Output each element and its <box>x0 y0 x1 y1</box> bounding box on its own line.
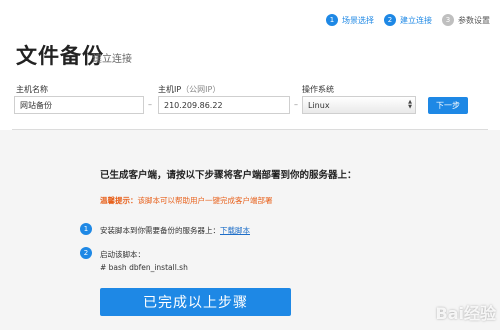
watermark-logo: Bai经验 <box>435 304 496 323</box>
os-select-value: Linux <box>308 101 330 110</box>
select-arrows-icon: ▲ ▼ <box>408 99 412 110</box>
step-number: 3 <box>442 14 454 26</box>
step-connect[interactable]: 2 建立连接 <box>384 14 432 26</box>
step-number: 1 <box>326 14 338 26</box>
step-label: 建立连接 <box>400 15 432 25</box>
step-label: 参数设置 <box>458 15 490 25</box>
step-1-label: 安装脚本到你需要备份的服务器上： <box>100 226 220 235</box>
step-params[interactable]: 3 参数设置 <box>442 14 490 26</box>
tip-message: 温馨提示：该脚本可以帮助用户一键完成客户端部署 <box>100 195 273 206</box>
page-title: 文件备份 <box>16 44 104 68</box>
step-2-command: # bash dbfen_install.sh <box>100 263 188 272</box>
os-label: 操作系统 <box>302 85 334 94</box>
tip-text: 该脚本可以帮助用户一键完成客户端部署 <box>137 196 273 205</box>
step-indicator: 1 场景选择 2 建立连接 3 参数设置 <box>316 14 490 26</box>
host-name-input[interactable]: 网站备份 <box>14 96 144 114</box>
step-label: 场景选择 <box>342 15 374 25</box>
page-subtitle: 建立连接 <box>92 54 132 65</box>
step-scene-select[interactable]: 1 场景选择 <box>326 14 374 26</box>
step-2-badge: 2 <box>80 247 92 259</box>
host-ip-label: 主机IP（公网IP） <box>158 84 220 95</box>
separator-dash: – <box>148 100 152 109</box>
section-divider <box>12 129 488 130</box>
step-1-badge: 1 <box>80 223 92 235</box>
instructions-heading: 已生成客户端，请按以下步骤将客户端部署到你的服务器上： <box>100 170 357 181</box>
os-select[interactable]: Linux ▲ ▼ <box>302 96 416 114</box>
step-number: 2 <box>384 14 396 26</box>
step-1-text: 安装脚本到你需要备份的服务器上：下载脚本 <box>100 225 250 236</box>
host-name-label: 主机名称 <box>16 85 48 94</box>
download-script-link[interactable]: 下载脚本 <box>220 226 250 235</box>
next-step-button[interactable]: 下一步 <box>428 97 468 114</box>
host-ip-input[interactable]: 210.209.86.22 <box>158 96 290 114</box>
steps-done-button[interactable]: 已完成以上步骤 <box>100 288 291 316</box>
step-2-label: 启动该脚本： <box>100 250 145 259</box>
host-ip-label-text: 主机IP <box>158 85 182 94</box>
separator-dash: – <box>294 100 298 109</box>
host-ip-hint: （公网IP） <box>181 85 221 94</box>
tip-label: 温馨提示： <box>100 196 138 205</box>
